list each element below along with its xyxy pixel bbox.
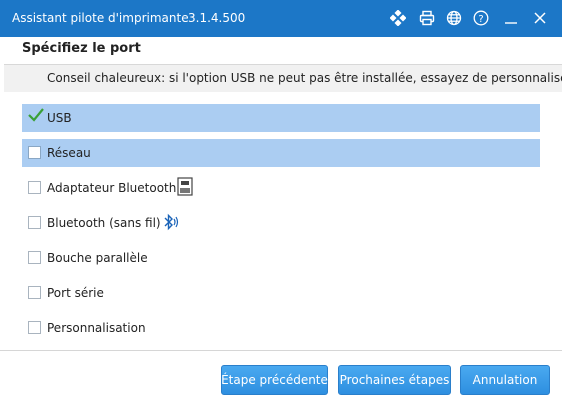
port-option-serial[interactable]: Port série [22,279,540,307]
port-option-bluetooth-adapter[interactable]: Adaptateur Bluetooth [22,174,540,202]
footer: Étape précédente Prochaines étapes Annul… [0,350,562,400]
printer-icon[interactable] [419,10,435,26]
next-button[interactable]: Prochaines étapes [338,365,451,395]
close-icon[interactable] [532,10,548,26]
port-label: Adaptateur Bluetooth [47,181,177,195]
title-bar[interactable]: Assistant pilote d'imprimante 3.1.4.500 [0,0,562,37]
hint-bar: Conseil chaleureux: si l'option USB ne p… [4,64,562,93]
checkbox[interactable] [28,251,41,264]
checkbox[interactable] [28,146,41,159]
port-option-parallel[interactable]: Bouche parallèle [22,244,540,272]
cancel-button[interactable]: Annulation [460,365,550,395]
checkbox[interactable] [28,321,41,334]
move-icon[interactable] [390,10,406,26]
port-label: Bluetooth (sans fil) [47,216,161,230]
port-option-bluetooth-wireless[interactable]: Bluetooth (sans fil) [22,209,540,237]
globe-icon[interactable] [446,10,462,26]
checkbox[interactable] [28,286,41,299]
port-label: Personnalisation [47,321,146,335]
driver-assistant-window: Assistant pilote d'imprimante 3.1.4.500 [0,0,562,400]
bluetooth-icon [164,213,179,231]
help-icon[interactable]: ? [473,10,489,26]
back-button[interactable]: Étape précédente [221,365,328,395]
checkbox[interactable] [28,181,41,194]
hint-text: Conseil chaleureux: si l'option USB ne p… [47,71,562,85]
port-option-custom[interactable]: Personnalisation [22,314,540,342]
port-label: USB [47,111,72,125]
app-version: 3.1.4.500 [188,11,246,25]
bluetooth-adapter-icon [177,177,193,196]
port-label: Bouche parallèle [47,251,148,265]
page-title: Spécifiez le port [22,41,141,56]
svg-text:?: ? [478,14,483,25]
port-label: Réseau [47,146,91,160]
window-title: Assistant pilote d'imprimante [12,11,189,25]
port-option-network[interactable]: Réseau [22,139,540,167]
port-option-usb[interactable]: USB [22,104,540,132]
checkbox[interactable] [28,216,41,229]
port-list: USB Réseau Adaptateur Bluetooth Bluetoot… [4,92,562,350]
port-label: Port série [47,286,104,300]
minimize-icon[interactable] [503,10,519,26]
checkmark-icon[interactable] [27,107,45,123]
